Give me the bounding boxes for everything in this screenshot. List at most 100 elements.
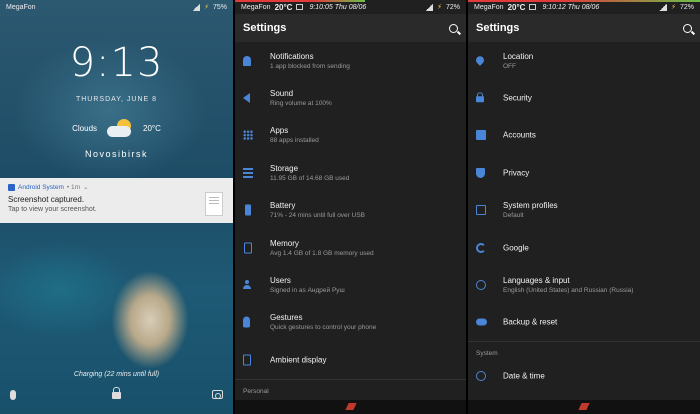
item-title: Sound (270, 89, 294, 99)
charging-status: Charging (22 mins until full) (73, 371, 160, 378)
settings-item-privacy[interactable]: Privacy (468, 154, 700, 191)
signal-icon (192, 3, 201, 11)
battery-level: 75% (212, 3, 227, 11)
settings-screen-2: MegaFon 20°C 9:10:12 Thu 08/06 ⚡ 72% Set… (468, 0, 700, 414)
item-title: Gestures (270, 313, 303, 323)
signal-icon (425, 3, 434, 11)
partly-cloudy-icon (105, 118, 135, 138)
notification-text: Tap to view your screenshot. (8, 206, 97, 213)
settings-item-backup[interactable]: Backup & reset (468, 304, 700, 341)
carrier-label: MegaFon (241, 3, 271, 11)
settings-item-languages[interactable]: Languages & input English (United States)… (468, 266, 700, 303)
item-title: Date & time (503, 371, 545, 381)
item-subtitle: 71% - 24 mins until full over USB (270, 212, 366, 220)
item-title: Battery (270, 201, 296, 211)
settings-item-notifications[interactable]: Notifications 1 app blocked from sending (235, 42, 466, 79)
charging-icon: ⚡ (204, 4, 209, 11)
settings-item-system-profiles[interactable]: System profiles Default (468, 192, 700, 229)
battery-level: 72% (445, 3, 460, 11)
page-title: Settings (243, 22, 287, 34)
app-bar: Settings (468, 14, 700, 42)
memory-icon (244, 242, 252, 254)
carrier-label: MegaFon (474, 3, 504, 11)
item-subtitle: Avg 1.4 GB of 1.8 GB memory used (270, 249, 374, 257)
settings-item-location[interactable]: Location OFF (468, 42, 700, 79)
profiles-icon (476, 205, 486, 216)
microphone-icon[interactable] (10, 390, 16, 400)
item-subtitle: Ring volume at 100% (270, 100, 332, 108)
lock-clock: 9:13 (69, 40, 164, 86)
settings-item-google[interactable]: Google (468, 229, 700, 266)
item-title: Google (503, 243, 529, 253)
weather-widget[interactable]: Clouds 20°C (0, 118, 233, 138)
storage-icon (243, 167, 253, 178)
settings-item-ambient-display[interactable]: Ambient display (235, 341, 466, 378)
app-bar: Settings (235, 14, 466, 42)
status-bar: MegaFon 20°C 9:10:05 Thu 08/06 ⚡ 72% (235, 0, 466, 14)
settings-item-users[interactable]: Users Signed in as Андрей Руш (235, 266, 466, 303)
android-system-icon (8, 183, 15, 191)
status-temperature: 20°C (274, 2, 293, 12)
screenshot-notification[interactable]: Android System • 1m ⌄ Screenshot capture… (0, 178, 233, 223)
settings-item-storage[interactable]: Storage 11.95 GB of 14.68 GB used (235, 154, 466, 191)
charging-icon: ⚡ (671, 4, 676, 11)
bell-icon (243, 55, 251, 66)
lock-date: THURSDAY, JUNE 8 (75, 96, 158, 103)
notification-title: Screenshot captured. (8, 195, 85, 204)
signal-icon (659, 3, 668, 11)
notification-app-name: Android System (18, 183, 64, 191)
section-header-system: System (468, 341, 700, 361)
item-subtitle: Default (503, 212, 524, 220)
battery-level: 72% (679, 3, 694, 11)
item-subtitle: English (United States) and Russian (Rus… (503, 287, 634, 295)
lock-icon[interactable] (112, 387, 121, 399)
item-subtitle: Signed in as Андрей Руш (270, 287, 345, 295)
page-title: Settings (476, 22, 520, 34)
search-icon[interactable] (683, 23, 692, 33)
item-subtitle: 88 apps installed (270, 137, 319, 145)
settings-item-sound[interactable]: Sound Ring volume at 100% (235, 79, 466, 116)
camera-icon[interactable] (212, 390, 223, 399)
gallery-icon (296, 4, 304, 10)
globe-icon (476, 280, 486, 291)
settings-item-battery[interactable]: Battery 71% - 24 mins until full over USB (235, 192, 466, 229)
chevron-down-icon[interactable]: ⌄ (83, 183, 88, 191)
item-title: Location (503, 51, 534, 61)
weather-condition: Clouds (72, 123, 98, 133)
gesture-hand-icon (243, 316, 250, 328)
notification-time: • 1m (66, 183, 81, 191)
charging-icon: ⚡ (437, 4, 442, 11)
settings-item-gestures[interactable]: Gestures Quick gestures to control your p… (235, 304, 466, 341)
account-icon (476, 130, 486, 141)
item-subtitle: 1 app blocked from sending (270, 62, 350, 70)
settings-item-accounts[interactable]: Accounts (468, 117, 700, 154)
lock-screen: MegaFon ⚡ 75% 9:13 THURSDAY, JUNE 8 Clou… (0, 0, 233, 414)
item-title: Languages & input (503, 276, 570, 286)
settings-item-security[interactable]: Security (468, 79, 700, 116)
nav-logo-icon (344, 403, 357, 410)
location-pin-icon (474, 54, 486, 66)
settings-item-date-time[interactable]: Date & time (468, 361, 700, 391)
item-title: Notifications (270, 51, 314, 61)
item-subtitle: 11.95 GB of 14.68 GB used (270, 174, 350, 182)
item-title: Privacy (503, 168, 530, 178)
carrier-label: MegaFon (6, 3, 36, 11)
lock-icon (476, 92, 484, 103)
item-subtitle: OFF (503, 62, 516, 70)
weather-city: Novosibirsk (84, 149, 148, 159)
cloud-upload-icon (476, 318, 487, 326)
section-header-personal: Personal (235, 378, 466, 399)
settings-list: Location OFF Security Accounts Privacy Sy… (468, 42, 700, 400)
speaker-icon (243, 93, 250, 104)
item-title: Accounts (503, 130, 536, 140)
settings-item-memory[interactable]: Memory Avg 1.4 GB of 1.8 GB memory used (235, 229, 466, 266)
item-subtitle: Quick gestures to control your phone (270, 324, 377, 332)
weather-temperature: 20°C (143, 123, 161, 133)
status-time: 9:10:05 Thu 08/06 (309, 3, 367, 11)
item-title: Users (270, 276, 291, 286)
settings-item-apps[interactable]: Apps 88 apps installed (235, 117, 466, 154)
battery-icon (245, 204, 251, 216)
search-icon[interactable] (449, 23, 458, 33)
status-bar: MegaFon ⚡ 75% (0, 0, 233, 14)
lock-shortcuts (0, 387, 233, 406)
